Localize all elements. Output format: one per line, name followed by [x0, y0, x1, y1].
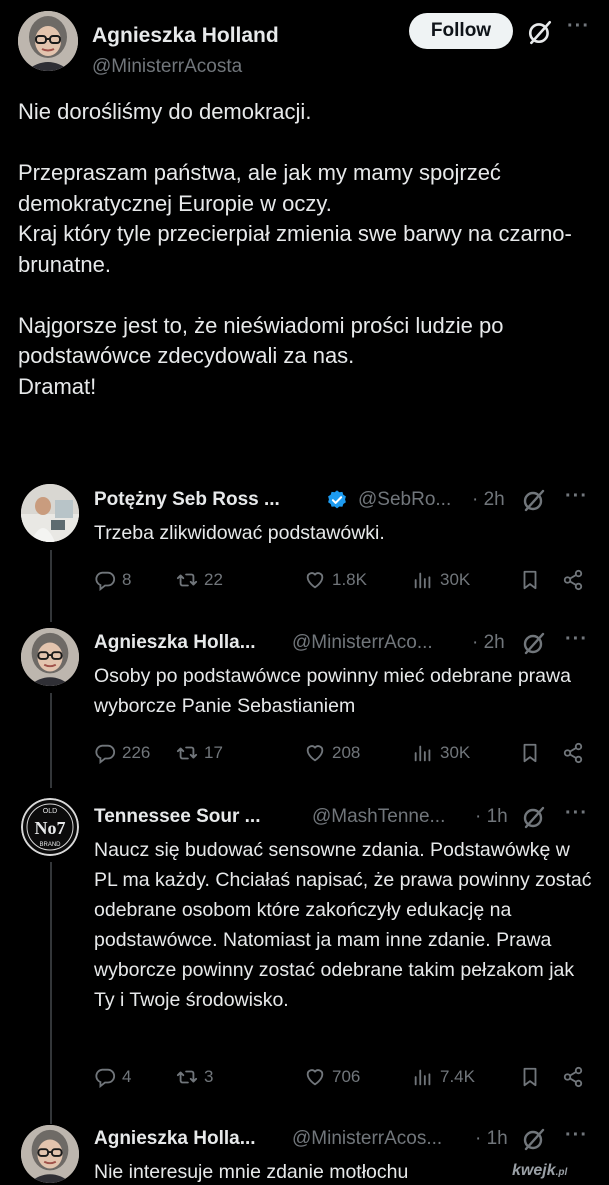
reply-text: Trzeba zlikwidować podstawówki.: [94, 522, 385, 544]
reply-icon: [95, 744, 116, 764]
post-time[interactable]: · 1h: [475, 806, 508, 828]
watermark-tld: .pl: [555, 1167, 568, 1178]
more-icon[interactable]: ···: [565, 802, 588, 825]
share-icon: [563, 569, 583, 591]
avatar-label-mid: No7: [35, 818, 66, 838]
author-handle[interactable]: @SebRo...: [358, 489, 451, 511]
repost-icon: [176, 1070, 198, 1084]
grok-icon[interactable]: [522, 1127, 546, 1151]
author-name[interactable]: Agnieszka Holla...: [94, 1128, 256, 1150]
share-button[interactable]: [562, 738, 590, 768]
author-handle[interactable]: @MinisterrAcosta: [92, 56, 242, 78]
main-post-header: Agnieszka Holland @MinisterrAcosta Follo…: [18, 11, 596, 77]
reply-count: 4: [122, 1067, 132, 1086]
bookmark-icon: [523, 1067, 537, 1087]
avatar[interactable]: OLD No7 BRAND: [21, 798, 79, 856]
author-handle[interactable]: @MinisterrAco...: [292, 632, 433, 654]
views-button[interactable]: 30K: [412, 565, 470, 595]
like-button[interactable]: 208: [304, 738, 360, 768]
author-handle[interactable]: @MinisterrAcos...: [292, 1128, 442, 1150]
views-button[interactable]: 30K: [412, 738, 470, 768]
thread-line: [50, 862, 52, 1124]
repost-button[interactable]: 3: [176, 1062, 213, 1092]
share-button[interactable]: [562, 565, 590, 595]
author-name[interactable]: Agnieszka Holla...: [94, 632, 256, 654]
author-name[interactable]: Tennessee Sour ...: [94, 806, 260, 828]
author-name[interactable]: Agnieszka Holland: [92, 24, 279, 48]
action-bar: 8 22 1.8K 30K: [94, 565, 594, 595]
like-button[interactable]: 1.8K: [304, 565, 367, 595]
reply-count: 226: [122, 743, 151, 762]
grok-icon[interactable]: [527, 19, 553, 45]
like-icon: [306, 745, 324, 762]
grok-icon[interactable]: [522, 631, 546, 655]
thread-line: [50, 693, 52, 788]
more-icon[interactable]: ···: [565, 485, 588, 508]
grok-icon[interactable]: [522, 805, 546, 829]
post-time[interactable]: · 1h: [475, 1128, 508, 1150]
reply-button[interactable]: 8: [94, 565, 131, 595]
like-button[interactable]: 706: [304, 1062, 360, 1092]
reply-count: 8: [122, 570, 132, 589]
share-button[interactable]: [562, 1062, 590, 1092]
bookmark-icon: [523, 743, 537, 763]
like-icon: [306, 1069, 324, 1086]
verified-badge-icon: [328, 490, 346, 509]
repost-count: 17: [204, 743, 223, 762]
views-icon: [414, 1069, 431, 1086]
post-time[interactable]: · 2h: [472, 632, 505, 654]
bookmark-button[interactable]: [519, 1062, 547, 1092]
watermark: kwejk.pl: [512, 1162, 567, 1180]
like-count: 208: [332, 743, 361, 762]
repost-count: 22: [204, 570, 223, 589]
avatar[interactable]: [21, 1125, 79, 1183]
more-icon[interactable]: ···: [567, 15, 590, 38]
views-icon: [414, 572, 431, 589]
views-button[interactable]: 7.4K: [412, 1062, 475, 1092]
bookmark-button[interactable]: [519, 565, 547, 595]
views-count: 30K: [440, 743, 471, 762]
bookmark-icon: [523, 570, 537, 590]
reply-icon: [95, 1068, 116, 1088]
thread-line: [50, 550, 52, 622]
views-count: 30K: [440, 570, 471, 589]
like-count: 1.8K: [332, 570, 367, 589]
avatar-label-top: OLD: [43, 808, 57, 815]
avatar-label-bottom: BRAND: [39, 842, 61, 848]
bookmark-button[interactable]: [519, 738, 547, 768]
reply-icon: [95, 571, 116, 591]
reply-button[interactable]: 4: [94, 1062, 131, 1092]
action-bar: 4 3 706 7.4K: [94, 1062, 594, 1092]
grok-icon[interactable]: [522, 488, 546, 512]
main-post-text: Nie dorośliśmy do demokracji. Przeprasza…: [18, 99, 572, 399]
more-icon[interactable]: ···: [565, 628, 588, 651]
reply-text: Naucz się budować sensowne zdania. Podst…: [94, 839, 592, 1011]
follow-button[interactable]: Follow: [409, 13, 513, 49]
avatar[interactable]: [21, 628, 79, 686]
reply-button[interactable]: 226: [94, 738, 150, 768]
repost-icon: [176, 573, 198, 587]
avatar[interactable]: [21, 484, 79, 542]
author-name[interactable]: Potężny Seb Ross ...: [94, 489, 280, 511]
action-bar: 226 17 208 30K: [94, 738, 594, 768]
repost-button[interactable]: 22: [176, 565, 223, 595]
more-icon[interactable]: ···: [565, 1124, 588, 1147]
repost-count: 3: [204, 1067, 214, 1086]
author-handle[interactable]: @MashTenne...: [312, 806, 445, 828]
views-icon: [414, 745, 431, 762]
share-icon: [563, 1066, 583, 1088]
views-count: 7.4K: [440, 1067, 475, 1086]
reply-text: Osoby po podstawówce powinny mieć odebra…: [94, 665, 571, 717]
watermark-brand: kwejk: [512, 1162, 556, 1179]
avatar[interactable]: [18, 11, 78, 71]
repost-icon: [176, 746, 198, 760]
like-icon: [306, 572, 324, 589]
repost-button[interactable]: 17: [176, 738, 223, 768]
like-count: 706: [332, 1067, 361, 1086]
post-time[interactable]: · 2h: [472, 489, 505, 511]
share-icon: [563, 742, 583, 764]
